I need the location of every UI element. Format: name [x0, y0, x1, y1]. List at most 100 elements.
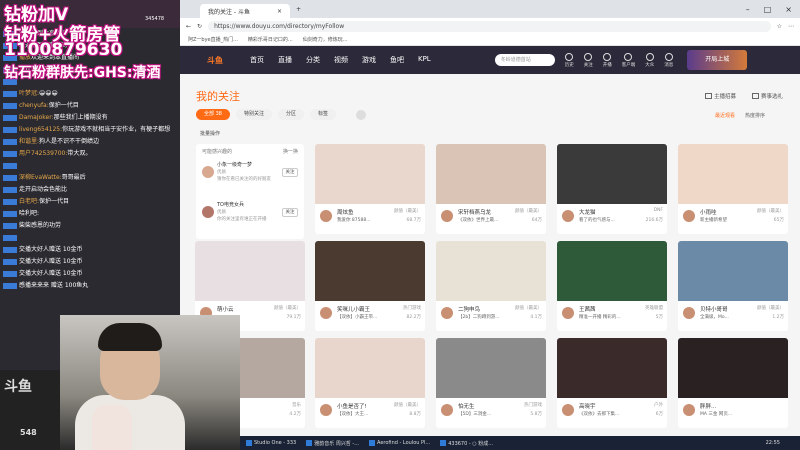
stream-thumbnail[interactable]	[315, 241, 425, 301]
nav-item[interactable]: 首页	[250, 55, 264, 65]
recent-watch-link[interactable]: 最近观看	[715, 112, 735, 119]
stream-card[interactable]: 周炫鱼 我爱你 87588... 颜值（最美） 68.7万	[315, 144, 425, 234]
stream-card[interactable]: 王茜茜 精准一开播 精彩的... 英雄联盟 5万	[557, 241, 667, 331]
streamer-name[interactable]: 笑咪儿小霸王	[337, 305, 387, 313]
streamer-name[interactable]: 萌小云	[217, 305, 267, 313]
stream-thumbnail[interactable]	[436, 338, 546, 398]
avatar[interactable]	[561, 209, 575, 223]
stream-thumbnail[interactable]	[557, 241, 667, 301]
avatar[interactable]	[682, 306, 696, 320]
stream-thumbnail[interactable]	[195, 241, 305, 301]
stream-category[interactable]: 颜值（最美）	[757, 305, 784, 311]
streamer-name[interactable]: 宋轩档燕乌龙	[458, 208, 508, 216]
stream-card[interactable]: 怕无生 【5D】三洞金... 热门游戏 5.8万	[436, 338, 546, 428]
avatar[interactable]	[202, 206, 214, 218]
avatar[interactable]	[682, 403, 696, 417]
stream-thumbnail[interactable]	[315, 338, 425, 398]
chat-user[interactable]: 和谐里:	[19, 138, 39, 145]
promo-banner[interactable]: 开局上城	[687, 50, 748, 70]
nav-item[interactable]: 鱼吧	[390, 55, 404, 65]
stream-card[interactable]: 小雨哇 新主播新希望 颜值（最美） 65万	[678, 144, 788, 234]
new-tab-icon[interactable]: +	[296, 6, 301, 13]
streamer-recruit-link[interactable]: 主播招募	[705, 92, 736, 100]
refresh-recommend-link[interactable]: 换一换	[283, 148, 298, 155]
stream-thumbnail[interactable]	[678, 338, 788, 398]
stream-card[interactable]: 笑咪儿小霸王 【双依】小霸王带... 热门游戏 82.2万	[315, 241, 425, 331]
stream-category[interactable]: 音乐	[292, 402, 301, 408]
stream-card[interactable]: 大龙猫 看了的也气感与... DNF 216.6万	[557, 144, 667, 234]
stream-card[interactable]: 二狗申鸟 【2b】二狗蹲到游... 颜值（最美） 4.1万	[436, 241, 546, 331]
nav-item[interactable]: 视频	[334, 55, 348, 65]
back-icon[interactable]: ←	[186, 23, 191, 30]
stream-category[interactable]: 热门游戏	[403, 305, 421, 311]
chat-user[interactable]: 用户742539700:	[19, 150, 67, 157]
avatar[interactable]	[440, 403, 454, 417]
filter-chip[interactable]: 分区	[277, 109, 304, 120]
nav-icon-button[interactable]: 消息	[664, 52, 673, 68]
stream-category[interactable]: 颜值（最美）	[274, 305, 301, 311]
chat-user[interactable]: liveng654125:	[19, 126, 62, 133]
streamer-name[interactable]: 小鱼是否了!	[337, 402, 387, 410]
window-close-icon[interactable]: ×	[785, 5, 792, 14]
recommend-name[interactable]: 小象一级奇一梦	[217, 162, 279, 169]
add-filter-icon[interactable]	[356, 110, 366, 120]
stream-category[interactable]: DNF	[654, 208, 663, 213]
stream-card[interactable]: 宋轩档燕乌龙 《双依》世界上最... 颜值（最美） 64万	[436, 144, 546, 234]
avatar[interactable]	[319, 403, 333, 417]
stream-card[interactable]: 贝特小哥哥 全满级，Mo... 颜值（最美） 1.2万	[678, 241, 788, 331]
chat-user[interactable]: DamaJoker:	[19, 114, 54, 121]
stream-thumbnail[interactable]	[315, 144, 425, 204]
streamer-name[interactable]: 周炫鱼	[337, 208, 387, 216]
tab-active[interactable]: 我的关注 - 斗鱼 ×	[200, 4, 290, 18]
filter-chip[interactable]: 标签	[309, 109, 336, 120]
chat-user[interactable]: 白老吧:	[19, 198, 39, 205]
stream-thumbnail[interactable]	[557, 144, 667, 204]
stream-thumbnail[interactable]	[557, 338, 667, 398]
follow-button[interactable]: 关注	[282, 207, 298, 217]
streamer-name[interactable]: 胖胖...	[700, 402, 750, 410]
nav-icon-button[interactable]: 客户端	[622, 52, 635, 68]
stream-thumbnail[interactable]	[436, 241, 546, 301]
streamer-name[interactable]: 高晓宇	[579, 402, 629, 410]
streamer-name[interactable]: 二狗申鸟	[458, 305, 508, 313]
stream-thumbnail[interactable]	[678, 241, 788, 301]
avatar[interactable]	[682, 209, 696, 223]
chat-user[interactable]: chenyufa:	[19, 102, 49, 109]
taskbar-item[interactable]: Studio One - 333	[246, 440, 296, 447]
stream-category[interactable]: 英雄联盟	[645, 305, 663, 311]
stream-category[interactable]: 颜值（最美）	[394, 208, 421, 214]
nav-icon-button[interactable]: 历史	[565, 52, 574, 68]
nav-item[interactable]: 直播	[278, 55, 292, 65]
nav-item[interactable]: KPL	[418, 55, 431, 65]
nav-icon-button[interactable]: 大众	[645, 52, 654, 68]
nav-item[interactable]: 分类	[306, 55, 320, 65]
menu-icon[interactable]: ⋯	[788, 23, 794, 30]
avatar[interactable]	[561, 306, 575, 320]
hot-sort-link[interactable]: 热度排序	[745, 112, 765, 119]
close-icon[interactable]: ×	[277, 8, 282, 15]
minimize-icon[interactable]: –	[746, 5, 750, 14]
taskbar-item[interactable]: 雅韵音乐 周兴哲 -...	[306, 440, 359, 447]
refresh-icon[interactable]: ↻	[197, 23, 202, 30]
follow-button[interactable]: 关注	[282, 167, 298, 177]
taskbar-item[interactable]: Aerofind - Loulou Pl...	[369, 440, 430, 447]
stream-category[interactable]: 颜值（最美）	[515, 305, 542, 311]
star-icon[interactable]: ☆	[777, 23, 782, 30]
avatar[interactable]	[440, 209, 454, 223]
filter-chip[interactable]: 特别关注	[235, 109, 272, 120]
filter-chip[interactable]: 全部 38	[196, 109, 230, 120]
streamer-name[interactable]: 王茜茜	[579, 305, 629, 313]
stream-thumbnail[interactable]	[678, 144, 788, 204]
bookmark-item[interactable]: 仙剑奇力，修炼玩...	[303, 36, 348, 43]
site-logo[interactable]: 斗鱼	[180, 46, 250, 74]
event-gift-link[interactable]: 赛事选礼	[752, 92, 783, 100]
stream-category[interactable]: 颜值（最美）	[394, 402, 421, 408]
taskbar-item[interactable]: 433670 - ○ 粉成...	[440, 440, 493, 447]
site-search-input[interactable]: 冬岭道德首站	[494, 54, 555, 66]
avatar[interactable]	[440, 306, 454, 320]
avatar[interactable]	[561, 403, 575, 417]
recommend-name[interactable]: TO电竞女兵	[217, 202, 279, 209]
maximize-icon[interactable]: □	[764, 5, 772, 14]
avatar[interactable]	[319, 306, 333, 320]
stream-category[interactable]: 热门游戏	[524, 402, 542, 408]
